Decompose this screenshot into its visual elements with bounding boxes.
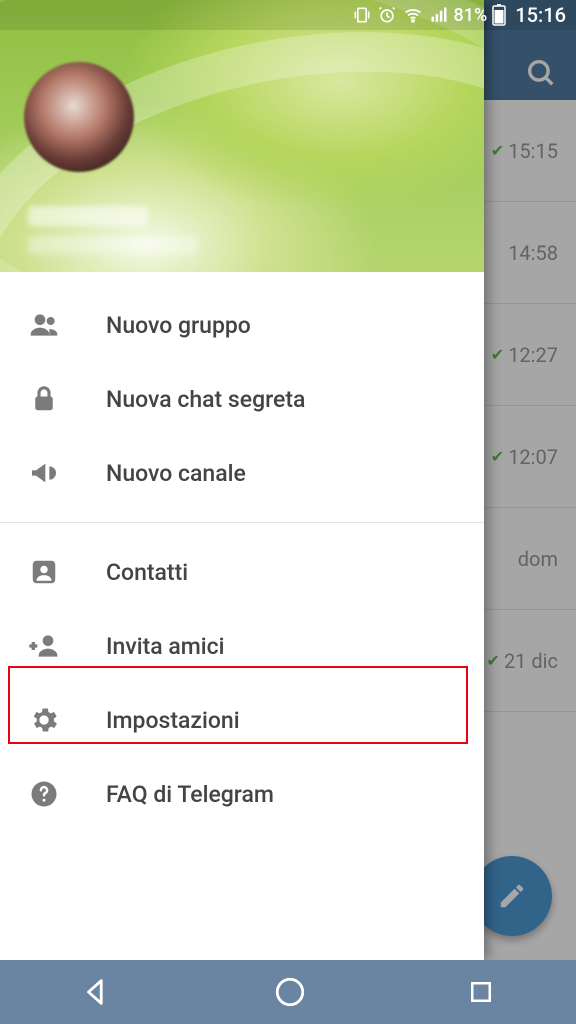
signal-icon [429,5,449,25]
avatar[interactable] [24,62,134,172]
menu-item-faq[interactable]: FAQ di Telegram [0,757,484,831]
alarm-icon [377,5,397,25]
menu-label: Nuova chat segreta [106,386,305,413]
menu-item-settings[interactable]: Impostazioni [0,683,484,757]
back-button[interactable] [80,975,114,1009]
contact-icon [26,557,62,587]
help-icon [26,779,62,809]
battery-percent: 81% [454,5,488,26]
drawer-header [0,0,484,272]
gear-icon [26,704,62,736]
screen: ✔15:15 14:58 ✔12:27 ✔12:07 dom ✔21 dic N… [0,0,576,1024]
system-nav-bar [0,960,576,1024]
group-icon [26,309,62,341]
menu-label: Invita amici [106,633,225,660]
menu-item-contacts[interactable]: Contatti [0,535,484,609]
megaphone-icon [26,457,62,489]
recents-button[interactable] [466,977,496,1007]
navigation-drawer: Nuovo gruppo Nuova chat segreta Nuovo ca… [0,0,484,960]
menu-label: Nuovo canale [106,460,246,487]
menu-item-invite[interactable]: Invita amici [0,609,484,683]
wifi-icon [402,5,424,25]
menu-label: Nuovo gruppo [106,312,251,339]
battery-icon [492,4,506,26]
profile-info [28,206,198,254]
vibrate-icon [352,5,372,25]
profile-phone-blurred [28,236,198,254]
menu-label: Contatti [106,559,188,586]
profile-name-blurred [28,206,148,226]
clock: 15:16 [515,3,566,27]
home-button[interactable] [273,975,307,1009]
menu-item-new-group[interactable]: Nuovo gruppo [0,288,484,362]
menu-label: FAQ di Telegram [106,781,274,808]
menu-item-secret-chat[interactable]: Nuova chat segreta [0,362,484,436]
lock-icon [26,384,62,414]
menu-item-new-channel[interactable]: Nuovo canale [0,436,484,510]
menu-label: Impostazioni [106,707,240,734]
menu-divider [0,522,484,523]
drawer-menu: Nuovo gruppo Nuova chat segreta Nuovo ca… [0,272,484,831]
status-bar: 81% 15:16 [0,0,576,30]
invite-icon [26,630,62,662]
